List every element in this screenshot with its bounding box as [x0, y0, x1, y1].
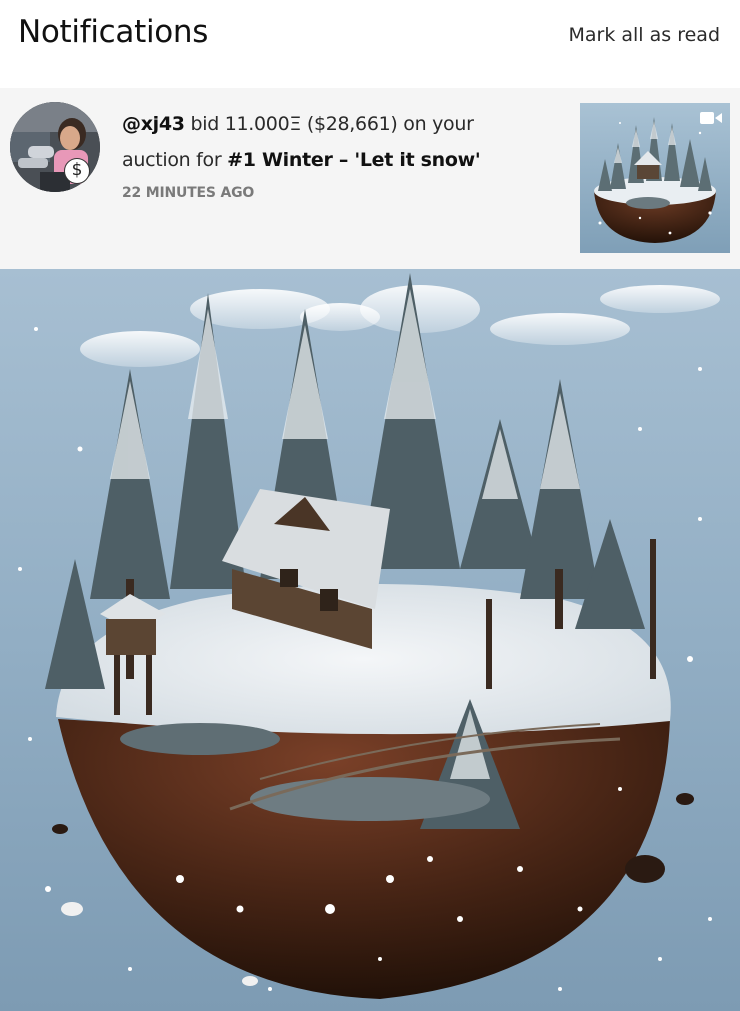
video-camera-icon: [700, 112, 722, 124]
bidder-username[interactable]: @xj43: [122, 113, 185, 135]
page-title: Notifications: [18, 14, 209, 50]
notifications-header: Notifications Mark all as read: [0, 0, 740, 88]
notification-message: @xj43 bid 11.000Ξ ($28,661) on your auct…: [122, 106, 522, 178]
bid-usd: ($28,661): [301, 113, 398, 135]
thumbnail-image: [580, 103, 730, 253]
artwork-thumbnail[interactable]: [580, 103, 730, 253]
mark-all-read-button[interactable]: Mark all as read: [569, 24, 721, 46]
winter-globe-artwork: [0, 269, 740, 1011]
dollar-icon: $: [64, 158, 90, 184]
bid-amount: 11.000Ξ: [224, 113, 302, 135]
bid-text: bid: [184, 113, 225, 135]
artwork-image[interactable]: [0, 269, 740, 1011]
notification-time: 22 MINUTES AGO: [122, 185, 255, 201]
notification-item[interactable]: $ @xj43 bid 11.000Ξ ($28,661) on your au…: [0, 88, 740, 269]
artwork-title[interactable]: #1 Winter – 'Let it snow': [227, 149, 481, 171]
